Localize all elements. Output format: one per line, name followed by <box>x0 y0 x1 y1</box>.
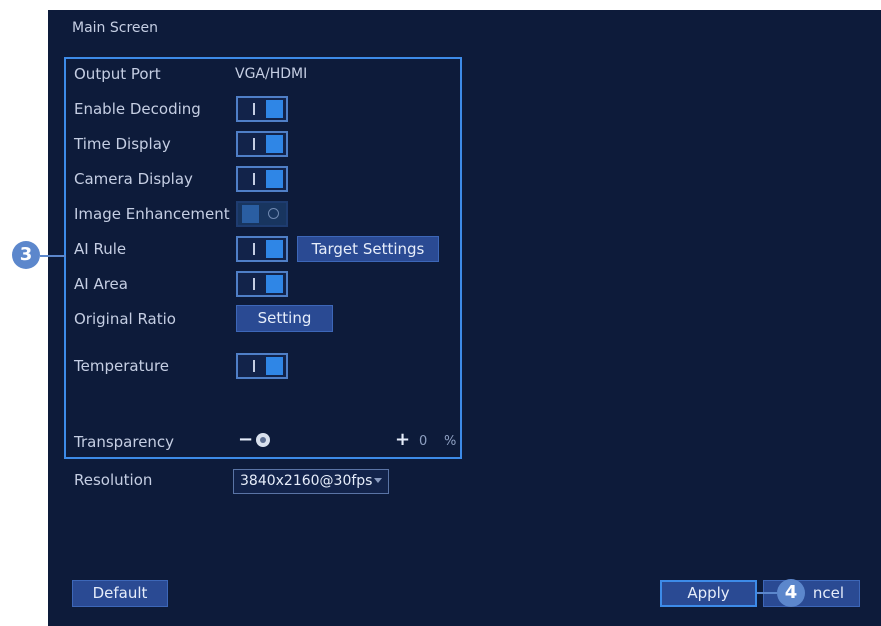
time-display-toggle[interactable] <box>236 131 288 157</box>
image-enhancement-toggle[interactable] <box>236 201 288 227</box>
chevron-down-icon <box>374 478 382 483</box>
ai-rule-toggle[interactable] <box>236 236 288 262</box>
output-port-label: Output Port <box>74 65 161 83</box>
image-enhancement-label: Image Enhancement <box>74 205 230 223</box>
ai-rule-label: AI Rule <box>74 240 127 258</box>
output-port-value: VGA/HDMI <box>235 66 308 82</box>
resolution-select[interactable]: 3840x2160@30fps <box>233 469 389 494</box>
temperature-label: Temperature <box>74 357 170 375</box>
transparency-unit: % <box>444 434 457 449</box>
enable-decoding-label: Enable Decoding <box>74 100 201 118</box>
apply-button[interactable]: Apply <box>660 580 757 607</box>
camera-display-toggle[interactable] <box>236 166 288 192</box>
callout-3-badge: 3 <box>12 241 40 269</box>
ai-area-toggle[interactable] <box>236 271 288 297</box>
resolution-value: 3840x2160@30fps <box>240 473 373 489</box>
transparency-value: 0 <box>419 434 428 449</box>
callout-3-leader-line <box>40 255 66 257</box>
camera-display-label: Camera Display <box>74 170 193 188</box>
temperature-toggle[interactable] <box>236 353 288 379</box>
target-settings-button[interactable]: Target Settings <box>297 236 439 262</box>
callout-4-badge: 4 <box>777 579 805 607</box>
ai-area-label: AI Area <box>74 275 128 293</box>
transparency-plus-button[interactable]: + <box>395 431 410 449</box>
resolution-label: Resolution <box>74 471 153 489</box>
time-display-label: Time Display <box>74 135 171 153</box>
transparency-label: Transparency <box>74 433 175 451</box>
enable-decoding-toggle[interactable] <box>236 96 288 122</box>
transparency-minus-button[interactable]: − <box>238 431 253 449</box>
original-ratio-label: Original Ratio <box>74 310 176 328</box>
default-button[interactable]: Default <box>72 580 168 607</box>
transparency-slider-thumb[interactable] <box>256 433 270 447</box>
original-ratio-setting-button[interactable]: Setting <box>236 305 333 332</box>
callout-4-leader-line <box>757 592 777 594</box>
page-title: Main Screen <box>72 20 159 36</box>
